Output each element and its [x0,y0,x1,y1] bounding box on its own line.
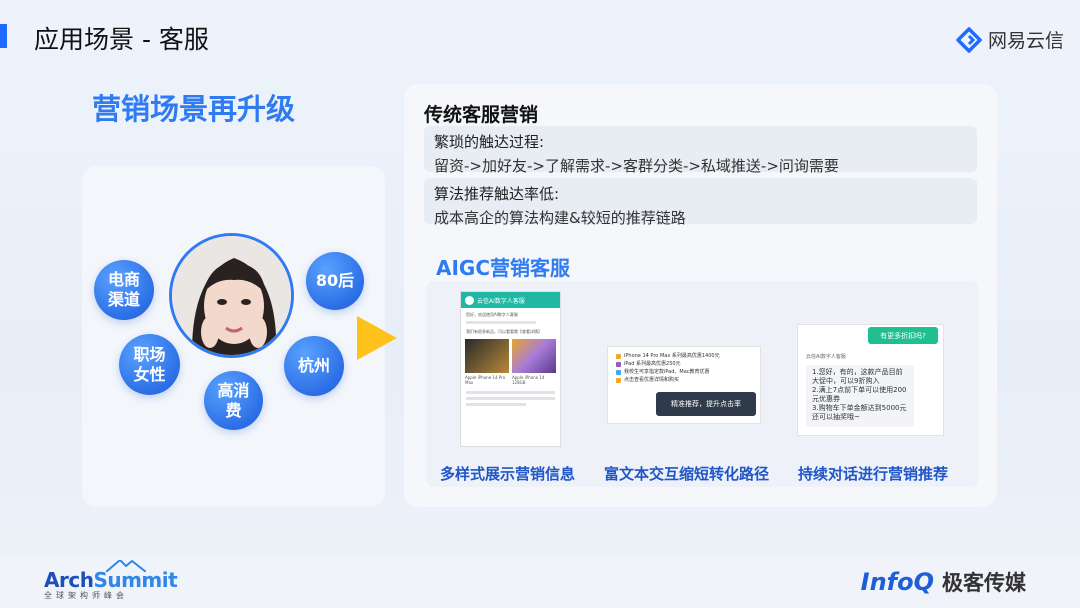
rich-row-text: 我校生可享指定款iPad、Mac教育优惠 [624,369,710,375]
infoq-name: InfoQ [860,568,934,596]
dialog-answer: 1.您好，有的，这款产品目前大促中，可以9折购入 2.满上7点前下单可以使用20… [806,365,914,427]
section-subtitle: 营销场景再升级 [92,92,296,126]
phone-product-row [461,335,560,373]
phone-header-title: 云信AI数字人客服 [477,297,525,305]
persona-tag-channel: 电商 渠道 [94,260,154,320]
rich-row-text: iPhone 14 Pro Max 系列最高优惠1400元 [624,353,720,359]
rich-row: 点击查看优惠详情和购买 [616,376,752,384]
aigc-caption: 持续对话进行营销推荐 [798,465,949,483]
persona-tag-city: 杭州 [284,336,344,396]
phone-screenshot: 云信AI数字人客服 您好，欢迎使用AI数字人客服 我们有很多新品，可以看看哦【查… [460,291,561,447]
persona-tag-age: 80后 [306,252,364,310]
woman-portrait-icon [172,236,291,355]
product-image [512,339,556,373]
phone-msg: 我们有很多新品，可以看看哦【查看详情】 [466,329,542,334]
rich-row: iPhone 14 Pro Max 系列最高优惠1400元 [616,352,752,360]
offer-icon [616,353,621,359]
aigc-title: AIGC营销客服 [436,256,571,280]
phone-line [466,397,555,400]
avatar [169,233,294,358]
persona-tag-spending: 高消 费 [204,371,263,430]
persona-tag-occupation: 职场 女性 [119,334,180,395]
offer-icon [616,377,621,383]
netease-yunxin-logo-icon [956,26,982,53]
archsummit-logo: ArchSummit 全球架构师峰会 [44,560,178,601]
rich-row: 我校生可享指定款iPad、Mac教育优惠 [616,368,752,376]
phone-header: 云信AI数字人客服 [461,292,560,308]
slide-title: 应用场景 - 客服 [34,25,209,54]
traditional-item-head: 繁琐的触达过程: [434,133,545,151]
aigc-caption: 多样式展示营销信息 [440,465,576,483]
phone-line [466,403,526,406]
product-label: Apple iPhone 14 128GB [512,375,545,385]
offer-icon [616,361,621,367]
traditional-title: 传统客服营销 [424,104,539,126]
arch-word: Arch [44,568,94,592]
dialog-question: 有更多折扣吗? [868,327,938,344]
traditional-item: 算法推荐触达率低: 成本高企的算法构建&较短的推荐链路 [424,178,977,227]
phone-line [466,321,536,324]
phone-product-label-row: Apple iPhone 14 Pro Max Apple iPhone 14 … [461,373,560,385]
product-label: Apple iPhone 14 Pro Max [465,375,506,385]
brand: 网易云信 [956,26,1064,53]
infoq-logo: InfoQ 极客传媒 [861,567,1026,597]
title-accent-bar [0,24,7,48]
aigc-caption: 富文本交互缩短转化路径 [604,465,770,483]
product-image [465,339,509,373]
traditional-item-detail: 成本高企的算法构建&较短的推荐链路 [434,209,686,227]
mountain-icon [106,560,146,572]
traditional-item: 繁琐的触达过程: 留资->加好友->了解需求->客群分类->私域推送->问询需要 [424,126,977,175]
arrow-right-icon [357,316,397,360]
phone-line [466,391,555,394]
traditional-item-head: 算法推荐触达率低: [434,185,560,203]
offer-icon [616,369,621,375]
bot-avatar-icon [465,295,474,305]
precise-recommend-tooltip: 精准推荐，提升点击率 [656,392,756,416]
rich-row: iPad 系列最高优惠250元 [616,360,752,368]
rich-row-text: 点击查看优惠详情和购买 [624,377,680,383]
phone-msg: 您好，欢迎使用AI数字人客服 [466,312,518,317]
rich-row-text: iPad 系列最高优惠250元 [624,361,681,367]
brand-name: 网易云信 [987,30,1064,52]
infoq-cn: 极客传媒 [942,571,1026,595]
traditional-item-detail: 留资->加好友->了解需求->客群分类->私域推送->问询需要 [434,157,839,175]
dialog-sender: 云信AI数字人客服 [806,354,846,360]
